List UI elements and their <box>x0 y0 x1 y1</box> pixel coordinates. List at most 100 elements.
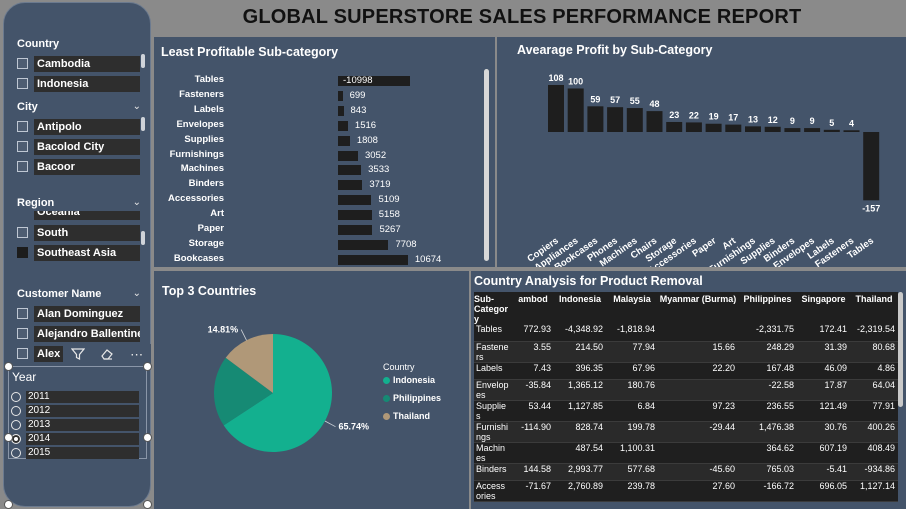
more-icon[interactable]: ⋯ <box>130 347 143 363</box>
region-scrollbar[interactable] <box>141 231 145 245</box>
bar[interactable] <box>338 135 350 146</box>
column-bar[interactable] <box>685 122 702 132</box>
vertical-scrollbar[interactable] <box>484 69 489 261</box>
city-item-bacoor[interactable]: Bacoor <box>17 158 147 175</box>
bar[interactable] <box>338 165 362 176</box>
resize-handle[interactable] <box>4 500 13 509</box>
region-item-southeast-asia[interactable]: Southeast Asia <box>17 244 147 261</box>
column-header[interactable]: ambod <box>512 292 554 324</box>
resize-handle[interactable] <box>143 433 152 442</box>
table-row[interactable]: Furnishi ngs -114.90 828.74 199.78 -29.44 1,4… <box>474 421 898 443</box>
radio[interactable] <box>11 391 21 402</box>
column-bar[interactable] <box>587 106 604 132</box>
bar[interactable] <box>338 195 372 206</box>
customer-item-alan-dominguez[interactable]: Alan Dominguez <box>17 305 147 322</box>
table-row[interactable]: Access ories -71.67 2,760.89 239.78 27.60 -16… <box>474 480 898 502</box>
vertical-scrollbar[interactable] <box>898 292 903 407</box>
legend-item[interactable]: Philippines <box>383 393 441 403</box>
bar[interactable] <box>338 90 343 101</box>
filter-icon[interactable] <box>70 347 86 364</box>
region-item-oceania[interactable]: Oceania <box>17 211 147 221</box>
region-item-south[interactable]: South <box>17 224 147 241</box>
column-bar[interactable] <box>784 128 801 132</box>
radio[interactable] <box>11 405 21 416</box>
table-cell: -5.41 <box>797 463 850 481</box>
top-countries-panel[interactable]: Top 3 Countries 65.74% 14.81% Country Ind… <box>154 271 469 509</box>
radio[interactable] <box>11 447 21 458</box>
column-bar[interactable] <box>626 108 643 132</box>
checkbox[interactable] <box>17 348 28 359</box>
table-row[interactable]: Labels 7.43 396.35 67.96 22.20 167.48 46.09 4.8… <box>474 362 898 380</box>
bar[interactable] <box>338 105 344 116</box>
column-header[interactable]: Myanmar (Burma) <box>658 292 738 324</box>
city-item-antipolo[interactable]: Antipolo <box>17 118 147 135</box>
checkbox[interactable] <box>17 161 28 172</box>
column-header[interactable]: Indonesia <box>554 292 606 324</box>
year-item-2014[interactable]: 2014 <box>11 432 139 445</box>
column-bar[interactable] <box>745 126 761 132</box>
legend-item[interactable]: Thailand <box>383 411 430 421</box>
bar[interactable] <box>338 254 408 265</box>
bar[interactable] <box>338 225 373 235</box>
table-cell: 248.29 <box>738 341 797 363</box>
country-item-cambodia[interactable]: Cambodia <box>17 55 147 72</box>
column-bar[interactable] <box>705 123 722 132</box>
column-bar[interactable] <box>823 129 840 132</box>
column-bar[interactable] <box>764 126 781 132</box>
column-bar[interactable] <box>646 111 663 132</box>
column-header[interactable]: Philippines <box>738 292 797 324</box>
column-bar[interactable] <box>607 107 624 132</box>
resize-handle[interactable] <box>143 362 152 371</box>
resize-handle[interactable] <box>4 433 13 442</box>
resize-handle[interactable] <box>143 500 152 509</box>
checkbox[interactable] <box>17 141 28 152</box>
column-bar[interactable] <box>567 88 584 132</box>
least-profitable-panel[interactable]: Least Profitable Sub-category Tables -109… <box>154 37 495 267</box>
legend-item[interactable]: Indonesia <box>383 375 435 385</box>
customer-item-alejandro-ballentine[interactable]: Alejandro Ballentine <box>17 325 147 342</box>
year-item-2013[interactable]: 2013 <box>11 418 139 431</box>
column-header[interactable]: Singapore <box>797 292 850 324</box>
column-header[interactable]: Thailand <box>850 292 898 324</box>
city-scrollbar[interactable] <box>141 117 145 131</box>
eraser-icon[interactable] <box>100 347 114 364</box>
bar[interactable] <box>338 210 372 221</box>
column-bar[interactable] <box>804 128 821 132</box>
bar[interactable] <box>338 150 358 161</box>
year-item-2011[interactable]: 2011 <box>11 390 139 403</box>
table-row[interactable]: Fastene rs 3.55 214.50 77.94 15.66 248.29 31.3… <box>474 341 898 363</box>
country-scrollbar[interactable] <box>141 54 145 68</box>
checkbox[interactable] <box>17 78 28 89</box>
avg-profit-panel[interactable]: Avearage Profit by Sub-Category 108 Copie… <box>497 37 906 267</box>
chevron-down-icon[interactable]: ⌄ <box>133 288 141 299</box>
checkbox[interactable] <box>17 328 28 339</box>
bar[interactable] <box>338 239 389 250</box>
country-item-indonesia[interactable]: Indonesia <box>17 75 147 92</box>
chevron-down-icon[interactable]: ⌄ <box>133 197 141 208</box>
table-row[interactable]: Binders 144.58 2,993.77 577.68 -45.60 765.03-… <box>474 463 898 481</box>
column-header[interactable]: Sub-Categor y <box>474 292 512 324</box>
year-item-2015[interactable]: 2015 <box>11 446 139 459</box>
table-row[interactable]: Tables 772.93 -4,348.92 -1,818.94 -2,331.75 1… <box>474 324 898 342</box>
radio[interactable] <box>11 419 21 430</box>
column-bar[interactable] <box>863 132 880 201</box>
checkbox[interactable] <box>17 58 28 69</box>
checkbox[interactable] <box>17 308 28 319</box>
city-item-bacolod-city[interactable]: Bacolod City <box>17 138 147 155</box>
column-bar[interactable] <box>548 85 564 132</box>
checkbox-checked[interactable] <box>17 247 28 258</box>
resize-handle[interactable] <box>4 362 13 371</box>
bar[interactable] <box>338 180 363 191</box>
table-row[interactable]: Envelop es -35.84 1,365.12 180.76 -22.58 17.8… <box>474 379 898 401</box>
column-bar[interactable] <box>666 121 683 132</box>
bar[interactable] <box>338 120 348 131</box>
checkbox[interactable] <box>17 121 28 132</box>
column-bar[interactable] <box>725 124 742 132</box>
year-item-2012[interactable]: 2012 <box>11 404 139 417</box>
chevron-down-icon[interactable]: ⌄ <box>133 101 141 112</box>
table-row[interactable]: Machin es 487.54 1,100.31 364.62 607.19 408.4… <box>474 442 898 464</box>
table-row[interactable]: Supplie s 53.44 1,127.85 6.84 97.23 236.55 121… <box>474 400 898 422</box>
column-bar[interactable] <box>843 130 860 132</box>
column-header[interactable]: Malaysia <box>606 292 658 324</box>
checkbox[interactable] <box>17 227 28 238</box>
